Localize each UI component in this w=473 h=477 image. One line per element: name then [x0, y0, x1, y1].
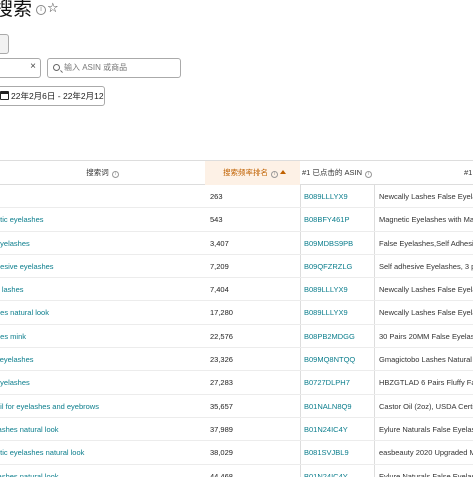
- page-title: 搜索 i ☆: [0, 0, 59, 21]
- column-header-asin[interactable]: #1 已点击的 ASIN i: [300, 161, 374, 185]
- asin-link[interactable]: B089LLLYX9: [304, 185, 374, 208]
- keyword-link[interactable]: hesive eyelashes: [0, 255, 205, 278]
- info-icon[interactable]: i: [271, 171, 278, 178]
- product-title: Newcally Lashes False Eyelash: [379, 285, 473, 295]
- product-title: easbeauty 2020 Upgraded Mag: [379, 448, 473, 458]
- table-row: etic eyelashes natural look 38,029 B081SVJ…: [0, 441, 473, 465]
- product-title: Gmagictobo Lashes Natural Lo: [379, 355, 473, 365]
- rank-value: 3,407: [210, 238, 229, 248]
- product-title: Newcally Lashes False Eyelash: [379, 192, 473, 201]
- rank-value: 17,280: [210, 308, 233, 318]
- asin-link[interactable]: B08PB2MDGG: [304, 325, 374, 348]
- asin-link[interactable]: B01N24IC4Y: [304, 465, 374, 477]
- rank-value: 7,209: [210, 261, 229, 271]
- table-row: eyelashes 27,283 B0727DLPH7 HBZGTLAD 6 Pair…: [0, 371, 473, 395]
- keyword-link[interactable]: lashes natural look: [0, 465, 205, 477]
- calendar-icon: [0, 91, 9, 100]
- product-title: Castor Oil (2oz), USDA Certifie: [379, 401, 473, 411]
- rank-value: 543: [210, 215, 223, 225]
- table-row: l eyelashes 23,326 B09MQ8NTQQ Gmagictobo La…: [0, 348, 473, 372]
- rank-value: 263: [210, 192, 223, 201]
- star-icon[interactable]: ☆: [47, 0, 59, 15]
- table-body: s 263 B089LLLYX9 Newcally Lashes False Eyel…: [0, 185, 473, 477]
- rank-value: 37,989: [210, 424, 233, 434]
- table-row: lashes natural look 37,989 B01N24IC4Y Eylur…: [0, 418, 473, 442]
- product-title: Newcally Lashes False Eyelash: [379, 308, 473, 318]
- search-terms-table: 搜索词i 搜索频率排名i #1 已点击的 ASINi #1 s263B089LL…: [0, 160, 473, 477]
- sort-ascending-icon[interactable]: [280, 170, 286, 174]
- table-row: etic eyelashes 543 B08BFY461P Magnetic Eyel…: [0, 208, 473, 232]
- asin-header-label: #1 已点击的 ASIN: [301, 168, 362, 177]
- rank-value: 27,283: [210, 378, 233, 388]
- product-title: Magnetic Eyelashes with Mag: [379, 215, 473, 225]
- product-header-label: #1: [464, 168, 473, 177]
- asin-link[interactable]: B081SVJBL9: [304, 441, 374, 464]
- rank-header-label: 搜索频率排名: [223, 168, 268, 177]
- rank-value: 23,326: [210, 355, 233, 365]
- keyword-link[interactable]: hes mink: [0, 325, 205, 348]
- table-row: hesive eyelashes 7,209 B09QFZRZLG Self adhe…: [0, 255, 473, 279]
- column-header-rank[interactable]: 搜索频率排名 i: [205, 161, 300, 185]
- asin-link[interactable]: B01NALN8Q9: [304, 395, 374, 418]
- keyword-link[interactable]: s: [0, 185, 205, 208]
- rank-value: 7,404: [210, 285, 229, 295]
- keyword-link[interactable]: etic eyelashes: [0, 208, 205, 231]
- keyword-link[interactable]: eyelashes: [0, 232, 205, 255]
- rank-value: 44,468: [210, 471, 233, 477]
- keyword-link[interactable]: l eyelashes: [0, 348, 205, 371]
- date-range-text: 22年2月6日 - 22年2月12: [11, 91, 104, 101]
- asin-link[interactable]: B09MQ8NTQQ: [304, 348, 374, 371]
- asin-search-input[interactable]: 输入 ASIN 或商品: [47, 58, 181, 78]
- page-title-text: 搜索: [0, 0, 33, 20]
- table-header: 搜索词 i 搜索频率排名 i #1 已点击的 ASIN i #1: [0, 161, 473, 185]
- info-icon[interactable]: i: [111, 171, 119, 178]
- asin-link[interactable]: B09MDBS9PB: [304, 232, 374, 255]
- table-row: hes natural look 17,280 B089LLLYX9 Newcally…: [0, 301, 473, 325]
- table-row: eyelashes 3,407 B09MDBS9PB False Eyelashes,…: [0, 232, 473, 255]
- date-range-picker[interactable]: 22年2月6日 - 22年2月12: [0, 86, 105, 106]
- info-icon[interactable]: i: [365, 171, 372, 178]
- dropdown-button[interactable]: [0, 34, 9, 54]
- table-row: lashes natural look 44,468 B01N24IC4Y Eylur…: [0, 465, 473, 477]
- keyword-link[interactable]: lashes natural look: [0, 418, 205, 441]
- asin-link[interactable]: B08BFY461P: [304, 208, 374, 231]
- table-row: hes mink 22,576 B08PB2MDGG 30 Pairs 20MM Fa…: [0, 325, 473, 349]
- keyword-link[interactable]: hes natural look: [0, 301, 205, 324]
- table-row: oil for eyelashes and eyebrows 35,657 B01N…: [0, 395, 473, 418]
- product-title: Eylure Naturals False Eyelash: [379, 471, 473, 477]
- product-title: Self adhesive Eyelashes, 3 pai: [379, 261, 473, 271]
- column-header-keyword[interactable]: 搜索词 i: [0, 161, 205, 185]
- asin-link[interactable]: B0727DLPH7: [304, 371, 374, 394]
- product-title: Eylure Naturals False Eyelash: [379, 424, 473, 434]
- column-header-product[interactable]: #1: [374, 161, 473, 185]
- asin-link[interactable]: B089LLLYX9: [304, 301, 374, 324]
- keyword-link[interactable]: eyelashes: [0, 371, 205, 394]
- keyword-link[interactable]: etic eyelashes natural look: [0, 441, 205, 464]
- search-placeholder: 输入 ASIN 或商品: [64, 63, 128, 72]
- rank-value: 22,576: [210, 331, 233, 341]
- asin-link[interactable]: B09QFZRZLG: [304, 255, 374, 278]
- info-icon[interactable]: i: [36, 5, 47, 15]
- asin-link[interactable]: B01N24IC4Y: [304, 418, 374, 441]
- clear-icon[interactable]: ×: [30, 61, 36, 72]
- search-icon: [53, 64, 60, 71]
- product-title: 30 Pairs 20MM False Eyelash: [379, 331, 473, 341]
- rank-value: 35,657: [210, 401, 233, 411]
- keyword-link[interactable]: oil for eyelashes and eyebrows: [0, 395, 205, 418]
- table-row: s 263 B089LLLYX9 Newcally Lashes False Eyel…: [0, 185, 473, 209]
- keyword-link[interactable]: s lashes: [0, 278, 205, 301]
- product-title: False Eyelashes,Self Adhesive: [379, 238, 473, 248]
- table-row: s lashes 7,404 B089LLLYX9 Newcally Lashes F…: [0, 278, 473, 302]
- product-title: HBZGTLAD 6 Pairs Fluffy False: [379, 378, 473, 388]
- asin-link[interactable]: B089LLLYX9: [304, 278, 374, 301]
- keyword-header-label: 搜索词: [86, 168, 109, 177]
- rank-value: 38,029: [210, 448, 233, 458]
- department-select[interactable]: ×: [0, 58, 41, 78]
